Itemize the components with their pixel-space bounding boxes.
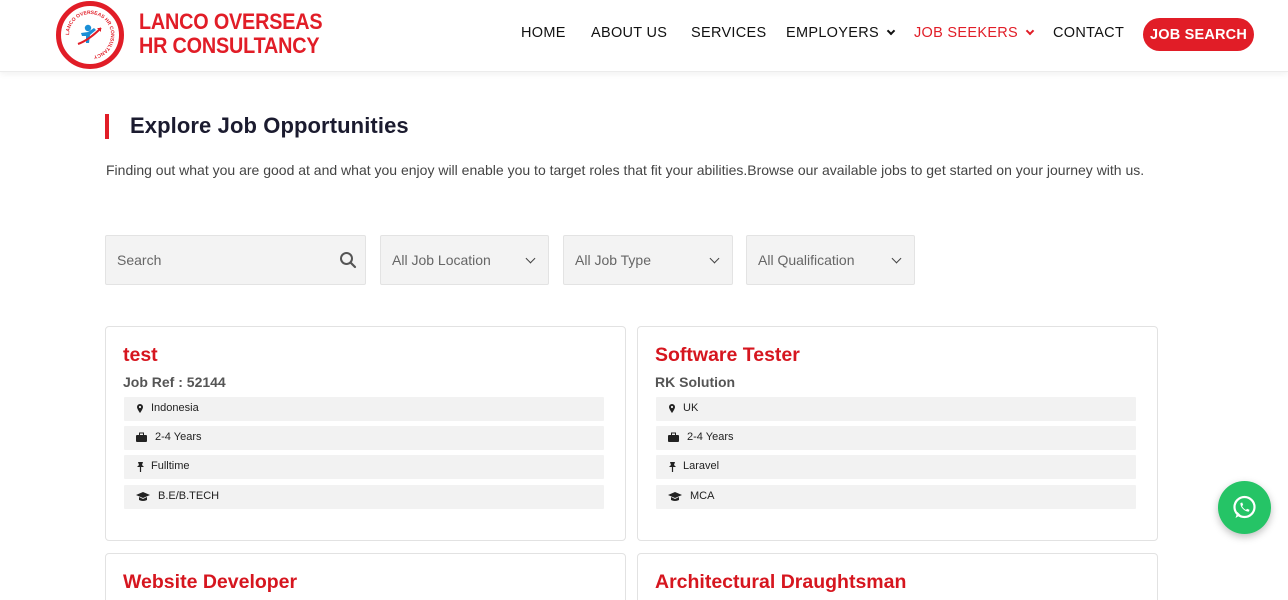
nav-label: CONTACT	[1053, 25, 1125, 41]
nav-label: ABOUT US	[591, 25, 668, 41]
job-card[interactable]: Software Tester RK Solution UK 2-4 Years…	[637, 326, 1158, 541]
job-experience-text: 2-4 Years	[155, 431, 202, 443]
nav-services[interactable]: SERVICES	[691, 25, 766, 41]
search-box	[105, 235, 366, 285]
job-type-value: All Job Type	[575, 252, 652, 268]
chevron-down-icon	[709, 253, 720, 264]
job-location: UK	[656, 397, 1136, 421]
job-qualification-text: MCA	[690, 490, 715, 502]
nav-job-seekers[interactable]: JOB SEEKERS	[914, 25, 1035, 41]
job-card[interactable]: Architectural Draughtsman	[637, 553, 1158, 600]
job-title[interactable]: Website Developer	[123, 571, 297, 594]
job-card[interactable]: test Job Ref : 52144 Indonesia 2-4 Years…	[105, 326, 626, 541]
qualification-select[interactable]: All Qualification	[746, 235, 915, 285]
nav-about-us[interactable]: ABOUT US	[591, 25, 667, 41]
brand-line-2: HR CONSULTANCY	[139, 33, 320, 58]
title-accent-bar	[105, 114, 109, 139]
pushpin-icon	[669, 462, 676, 472]
job-location: Indonesia	[124, 397, 604, 421]
job-title[interactable]: test	[123, 344, 158, 367]
nav-employers[interactable]: EMPLOYERS	[786, 25, 896, 41]
job-subtitle: RK Solution	[655, 374, 736, 390]
chevron-down-icon	[1025, 26, 1035, 36]
job-subtitle: Job Ref : 52144	[123, 374, 226, 390]
graduation-cap-icon	[668, 492, 682, 501]
job-location-text: UK	[683, 402, 699, 414]
job-title[interactable]: Architectural Draughtsman	[655, 571, 906, 594]
job-experience-text: 2-4 Years	[687, 431, 734, 443]
page-title: Explore Job Opportunities	[130, 113, 409, 138]
job-title[interactable]: Software Tester	[655, 344, 800, 367]
chevron-down-icon	[525, 253, 536, 264]
nav-label: JOB SEEKERS	[914, 25, 1019, 41]
job-qualification: B.E/B.TECH	[124, 485, 604, 509]
search-input[interactable]	[106, 236, 365, 284]
job-type-text: Fulltime	[151, 460, 190, 472]
nav-contact[interactable]: CONTACT	[1053, 25, 1124, 41]
logo-icon: LANCO OVERSEAS HR CONSULTANCY	[65, 10, 115, 60]
job-qualification-text: B.E/B.TECH	[158, 490, 220, 502]
chevron-down-icon	[886, 26, 896, 36]
brand-name[interactable]: LANCO OVERSEAS HR CONSULTANCY	[139, 10, 343, 58]
nav-label: SERVICES	[691, 25, 767, 41]
search-icon[interactable]	[339, 251, 357, 269]
job-type: Fulltime	[124, 455, 604, 479]
nav-label: EMPLOYERS	[786, 25, 879, 41]
job-card[interactable]: Website Developer	[105, 553, 626, 600]
pushpin-icon	[137, 462, 144, 472]
job-location-value: All Job Location	[392, 252, 491, 268]
nav-home[interactable]: HOME	[521, 25, 566, 41]
briefcase-icon	[136, 432, 147, 442]
site-header: LANCO OVERSEAS HR CONSULTANCY LANCO OVER…	[0, 0, 1288, 72]
map-pin-icon	[137, 404, 143, 413]
job-location-select[interactable]: All Job Location	[380, 235, 549, 285]
job-type-select[interactable]: All Job Type	[563, 235, 733, 285]
job-experience: 2-4 Years	[656, 426, 1136, 450]
chevron-down-icon	[891, 253, 902, 264]
qualification-value: All Qualification	[758, 252, 855, 268]
job-type: Laravel	[656, 455, 1136, 479]
whatsapp-chat-button[interactable]	[1218, 481, 1271, 534]
job-experience: 2-4 Years	[124, 426, 604, 450]
brand-line-1: LANCO OVERSEAS	[139, 9, 323, 34]
job-qualification: MCA	[656, 485, 1136, 509]
logo-emblem[interactable]: LANCO OVERSEAS HR CONSULTANCY	[56, 1, 124, 69]
job-search-button[interactable]: JOB SEARCH	[1143, 18, 1254, 51]
briefcase-icon	[668, 432, 679, 442]
job-type-text: Laravel	[683, 460, 720, 472]
graduation-cap-icon	[136, 492, 150, 501]
intro-text: Finding out what you are good at and wha…	[106, 162, 1145, 178]
nav-label: HOME	[521, 25, 566, 41]
whatsapp-icon	[1233, 495, 1256, 519]
map-pin-icon	[669, 404, 675, 413]
job-location-text: Indonesia	[151, 402, 199, 414]
